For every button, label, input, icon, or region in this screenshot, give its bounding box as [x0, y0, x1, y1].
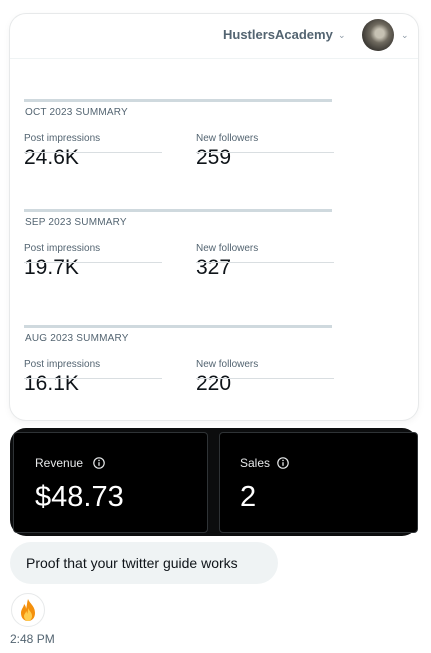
metric-value: 16.1K — [24, 372, 79, 395]
sales-tile: Sales 2 — [219, 432, 418, 533]
summary-title: OCT 2023 SUMMARY — [25, 107, 128, 118]
revenue-tile: Revenue $48.73 — [13, 432, 208, 533]
metric-label: Post impressions — [24, 359, 101, 370]
message-timestamp: 2:48 PM — [10, 632, 55, 646]
chevron-down-icon[interactable]: ⌄ — [338, 30, 346, 41]
metric-label: New followers — [196, 243, 259, 254]
metric-value: 259 — [196, 146, 232, 169]
fire-icon — [21, 599, 35, 621]
message-text: Proof that your twitter guide works — [26, 555, 238, 571]
summary-section-aug: AUG 2023 SUMMARY Post impressions 16.1K … — [24, 325, 334, 420]
analytics-screenshot-card: HustlersAcademy ⌄ ⌄ OCT 2023 SUMMARY Pos… — [10, 14, 418, 420]
metric-label: Post impressions — [24, 243, 101, 254]
divider — [196, 152, 334, 153]
metric-label: Post impressions — [24, 133, 101, 144]
divider — [24, 152, 162, 153]
info-icon[interactable] — [277, 457, 289, 469]
avatar[interactable] — [362, 19, 394, 51]
metric-value: 327 — [196, 256, 232, 279]
account-name[interactable]: HustlersAcademy — [223, 27, 333, 42]
revenue-sales-card: Revenue $48.73 Sales 2 — [10, 428, 418, 536]
divider — [24, 262, 162, 263]
message-bubble[interactable]: Proof that your twitter guide works — [10, 542, 278, 584]
sales-label: Sales — [240, 456, 271, 470]
sales-value: 2 — [240, 481, 257, 513]
divider — [24, 325, 332, 328]
divider — [196, 262, 334, 263]
metric-value: 220 — [196, 372, 232, 395]
revenue-label: Revenue — [35, 456, 84, 470]
account-switcher-bar: HustlersAcademy ⌄ ⌄ — [10, 14, 418, 59]
metric-label: New followers — [196, 133, 259, 144]
divider — [24, 378, 162, 379]
metric-label: New followers — [196, 359, 259, 370]
summary-title: AUG 2023 SUMMARY — [25, 333, 129, 344]
divider — [196, 378, 334, 379]
divider — [24, 99, 332, 102]
info-icon[interactable] — [93, 457, 105, 469]
metric-value: 19.7K — [24, 256, 79, 279]
summary-section-oct: OCT 2023 SUMMARY Post impressions 24.6K … — [24, 99, 334, 199]
chevron-down-icon[interactable]: ⌄ — [401, 30, 409, 41]
revenue-value: $48.73 — [35, 481, 124, 513]
reaction-badge[interactable] — [11, 593, 45, 627]
divider — [24, 209, 332, 212]
summary-section-sep: SEP 2023 SUMMARY Post impressions 19.7K … — [24, 209, 334, 309]
summary-title: SEP 2023 SUMMARY — [25, 217, 127, 228]
metric-value: 24.6K — [24, 146, 79, 169]
